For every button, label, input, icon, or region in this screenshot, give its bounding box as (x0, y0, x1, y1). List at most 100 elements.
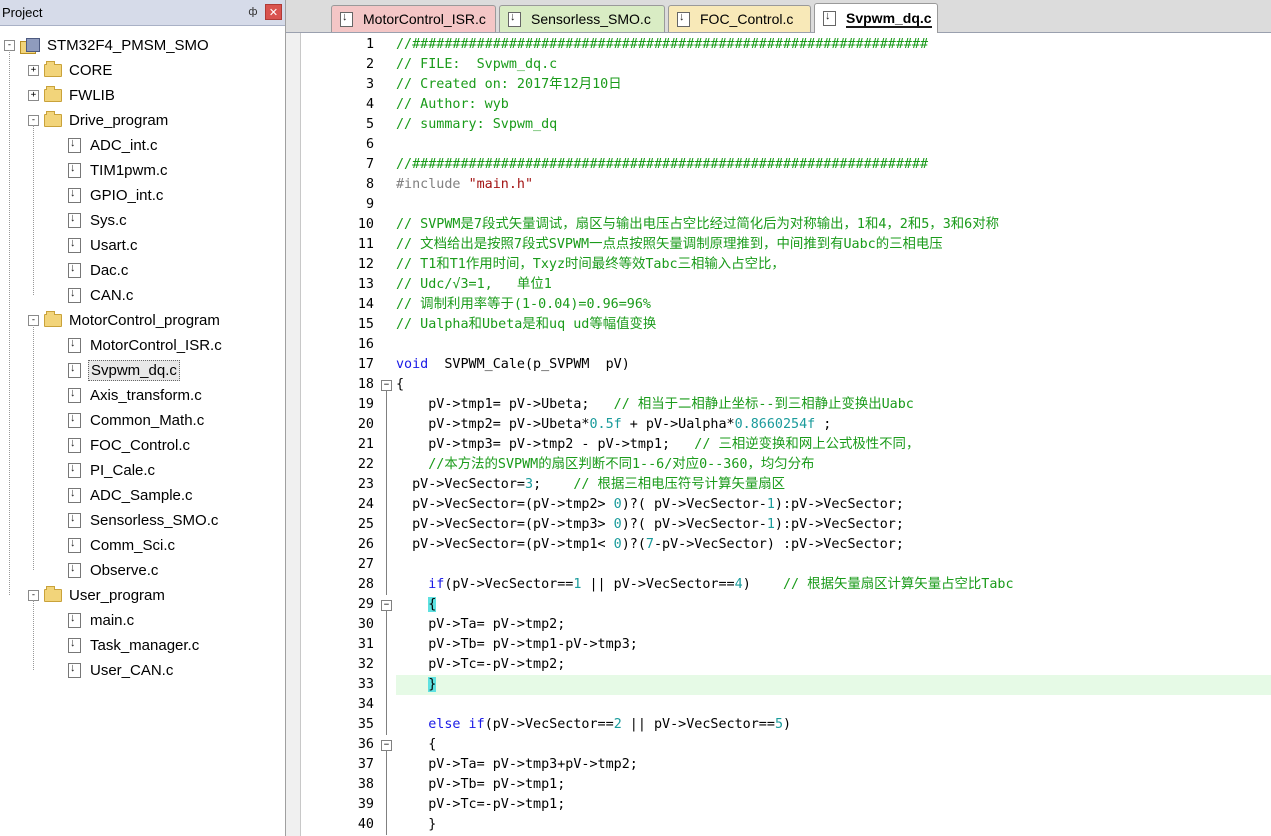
code-line[interactable]: 2 // FILE: Svpwm_dq.c (301, 55, 1271, 75)
code-text: } (396, 815, 436, 835)
code-line[interactable]: 34 (301, 695, 1271, 715)
tab-sensorless-smo-c[interactable]: Sensorless_SMO.c (499, 5, 665, 32)
code-line[interactable]: 37 pV->Ta= pV->tmp3+pV->tmp2; (301, 755, 1271, 775)
file-icon (677, 11, 690, 27)
file-icon (68, 562, 81, 578)
tree-folder-item[interactable]: - Drive_program (28, 108, 170, 132)
code-line[interactable]: 15 // Ualpha和Ubeta是和uq ud等幅值变换 (301, 315, 1271, 335)
line-number: 11 (357, 237, 374, 252)
code-line[interactable]: 24 pV->VecSector=(pV->tmp2> 0)?( pV->Vec… (301, 495, 1271, 515)
tree-file-item[interactable]: Svpwm_dq.c (52, 358, 180, 382)
code-line[interactable]: 13 // Udc/√3=1, 单位1 (301, 275, 1271, 295)
tree-file-item[interactable]: FOC_Control.c (52, 433, 192, 457)
file-icon (68, 412, 81, 428)
fold-guide (386, 695, 387, 715)
tab-motorcontrol-isr-c[interactable]: MotorControl_ISR.c (331, 5, 496, 32)
code-line[interactable]: 22 //本方法的SVPWM的扇区判断不同1--6/对应0--360，均匀分布 (301, 455, 1271, 475)
code-line[interactable]: 26 pV->VecSector=(pV->tmp1< 0)?(7-pV->Ve… (301, 535, 1271, 555)
tree-file-item[interactable]: Axis_transform.c (52, 383, 204, 407)
close-icon[interactable]: ✕ (265, 4, 282, 20)
tree-folder-item[interactable]: - User_program (28, 583, 167, 607)
code-line[interactable]: 9 (301, 195, 1271, 215)
code-line[interactable]: 6 (301, 135, 1271, 155)
file-icon (68, 212, 81, 228)
code-token: // 根据三相电压符号计算矢量扇区 (573, 477, 786, 492)
code-token: //######################################… (396, 37, 929, 52)
tree-item-label: Sensorless_SMO.c (90, 511, 219, 529)
code-line[interactable]: 4 // Author: wyb (301, 95, 1271, 115)
code-line[interactable]: 8 #include "main.h" (301, 175, 1271, 195)
fold-guide (386, 475, 387, 495)
expand-icon[interactable]: + (28, 64, 39, 76)
code-line[interactable]: 27 (301, 555, 1271, 575)
code-line[interactable]: 16 (301, 335, 1271, 355)
tree-file-item[interactable]: GPIO_int.c (52, 183, 165, 207)
code-line[interactable]: 1 //#####################################… (301, 35, 1271, 55)
tab-svpwm-dq-c[interactable]: Svpwm_dq.c (814, 3, 938, 33)
tree-file-item[interactable]: Dac.c (52, 258, 130, 282)
tab-label: Sensorless_SMO.c (531, 11, 651, 27)
code-line[interactable]: 40 } (301, 815, 1271, 835)
code-line[interactable]: 39 pV->Tc=-pV->tmp1; (301, 795, 1271, 815)
code-text: // FILE: Svpwm_dq.c (396, 55, 557, 75)
tree-file-item[interactable]: Common_Math.c (52, 408, 206, 432)
tree-file-item[interactable]: ADC_Sample.c (52, 483, 195, 507)
collapse-icon[interactable]: - (28, 314, 39, 326)
tree-file-item[interactable]: CAN.c (52, 283, 135, 307)
collapse-icon[interactable]: - (28, 589, 39, 601)
code-line[interactable]: 36− { (301, 735, 1271, 755)
code-line[interactable]: 21 pV->tmp3= pV->tmp2 - pV->tmp1; // 三相逆… (301, 435, 1271, 455)
code-line[interactable]: 10 // SVPWM是7段式矢量调试，扇区与输出电压占空比经过简化后为对称输出，… (301, 215, 1271, 235)
tree-folder-item[interactable]: + CORE (28, 58, 114, 82)
code-line[interactable]: 28 if(pV->VecSector==1 || pV->VecSector=… (301, 575, 1271, 595)
code-line[interactable]: 25 pV->VecSector=(pV->tmp3> 0)?( pV->Vec… (301, 515, 1271, 535)
pin-icon[interactable]: ф (246, 5, 260, 19)
tree-file-item[interactable]: MotorControl_ISR.c (52, 333, 224, 357)
code-token: )?( pV->VecSector- (621, 497, 767, 512)
fold-guide (386, 715, 387, 735)
tree-folder-item[interactable]: + FWLIB (28, 83, 117, 107)
tree-file-item[interactable]: Sys.c (52, 208, 129, 232)
tree-file-item[interactable]: Observe.c (52, 558, 160, 582)
code-text: pV->tmp3= pV->tmp2 - pV->tmp1; // 三相逆变换和… (396, 435, 919, 455)
code-editor[interactable]: 1 //#####################################… (300, 33, 1271, 836)
tree-file-item[interactable]: User_CAN.c (52, 658, 175, 682)
tree-file-item[interactable]: Sensorless_SMO.c (52, 508, 220, 532)
code-line[interactable]: 31 pV->Tb= pV->tmp1-pV->tmp3; (301, 635, 1271, 655)
code-line[interactable]: 30 pV->Ta= pV->tmp2; (301, 615, 1271, 635)
collapse-icon[interactable]: - (28, 114, 39, 126)
code-line[interactable]: 33 } (301, 675, 1271, 695)
tab-foc-control-c[interactable]: FOC_Control.c (668, 5, 811, 32)
code-line[interactable]: 17 void SVPWM_Cale(p_SVPWM pV) (301, 355, 1271, 375)
code-line[interactable]: 12 // T1和T1作用时间，Txyz时间最终等效Tabc三相输入占空比， (301, 255, 1271, 275)
tree-folder-item[interactable]: - MotorControl_program (28, 308, 222, 332)
code-token: ):pV->VecSector; (774, 517, 904, 532)
tree-file-item[interactable]: Task_manager.c (52, 633, 201, 657)
code-line[interactable]: 20 pV->tmp2= pV->Ubeta*0.5f + pV->Ualpha… (301, 415, 1271, 435)
code-line[interactable]: 29− { (301, 595, 1271, 615)
tree-file-item[interactable]: Comm_Sci.c (52, 533, 177, 557)
tree-file-item[interactable]: PI_Cale.c (52, 458, 157, 482)
collapse-icon[interactable]: - (4, 39, 15, 51)
code-line[interactable]: 18−{ (301, 375, 1271, 395)
tree-file-item[interactable]: TIM1pwm.c (52, 158, 170, 182)
code-line[interactable]: 23 pV->VecSector=3; // 根据三相电压符号计算矢量扇区 (301, 475, 1271, 495)
tree-file-item[interactable]: main.c (52, 608, 136, 632)
tree-folder-item[interactable]: - STM32F4_PMSM_SMO (4, 33, 211, 57)
expand-icon[interactable]: + (28, 89, 39, 101)
code-line[interactable]: 32 pV->Tc=-pV->tmp2; (301, 655, 1271, 675)
code-line[interactable]: 38 pV->Tb= pV->tmp1; (301, 775, 1271, 795)
code-line[interactable]: 35 else if(pV->VecSector==2 || pV->VecSe… (301, 715, 1271, 735)
code-line[interactable]: 19 pV->tmp1= pV->Ubeta; // 相当于二相静止坐标--到三… (301, 395, 1271, 415)
code-line[interactable]: 14 // 调制利用率等于(1-0.04)=0.96=96% (301, 295, 1271, 315)
code-line[interactable]: 11 // 文档给出是按照7段式SVPWM一点点按照矢量调制原理推到，中间推到有U… (301, 235, 1271, 255)
tree-file-item[interactable]: ADC_int.c (52, 133, 160, 157)
code-text: // 文档给出是按照7段式SVPWM一点点按照矢量调制原理推到，中间推到有Uab… (396, 235, 943, 255)
line-number: 6 (365, 137, 374, 152)
line-number: 3 (365, 77, 374, 92)
code-line[interactable]: 5 // summary: Svpwm_dq (301, 115, 1271, 135)
tree-file-item[interactable]: Usart.c (52, 233, 140, 257)
code-line[interactable]: 7 //#####################################… (301, 155, 1271, 175)
code-line[interactable]: 3 // Created on: 2017年12月10日 (301, 75, 1271, 95)
code-text: // Created on: 2017年12月10日 (396, 75, 622, 95)
